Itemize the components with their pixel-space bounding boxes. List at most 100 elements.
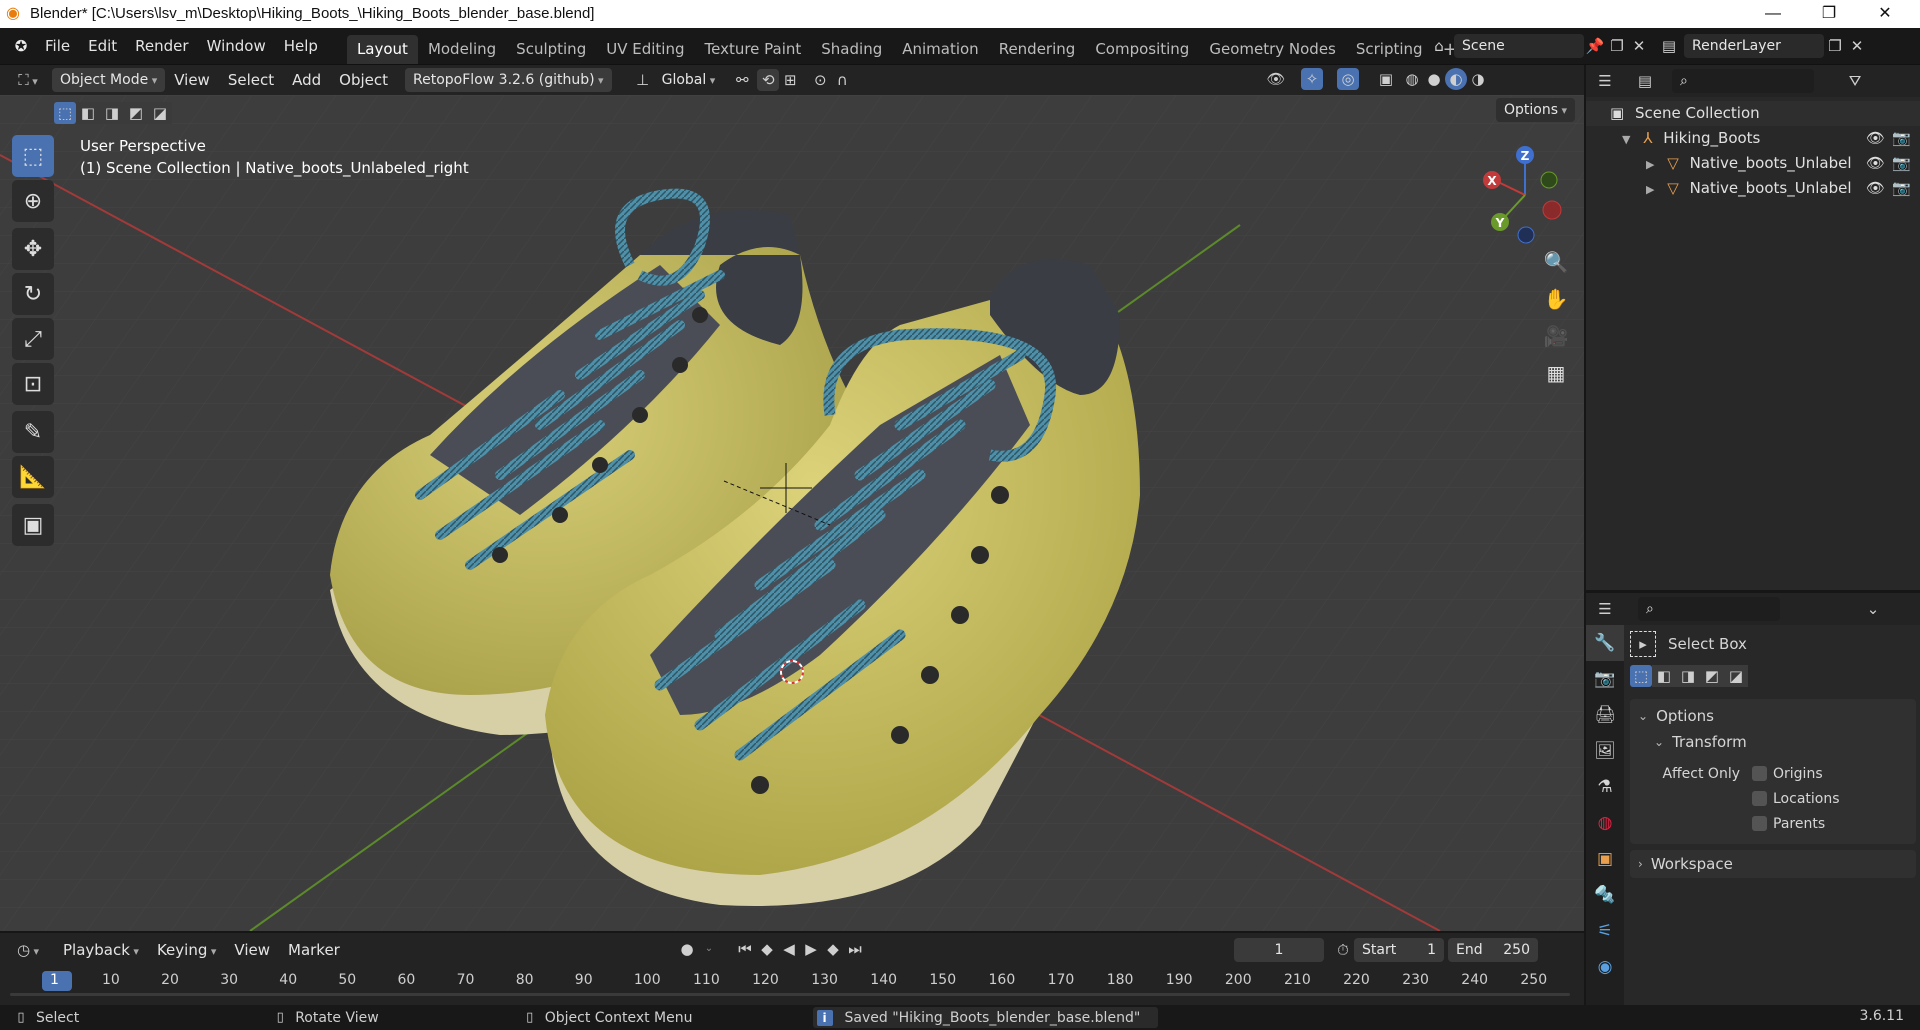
outliner-search-input[interactable]: ⌕	[1672, 69, 1814, 93]
tab-animation[interactable]: Animation	[892, 35, 988, 64]
menu-keying[interactable]: Keying	[148, 936, 225, 964]
menu-playback[interactable]: Playback	[54, 936, 148, 964]
chevron-down-icon[interactable]: ⌄	[1862, 598, 1884, 620]
outliner-item-scene-collection[interactable]: ▣ Scene Collection	[1586, 101, 1920, 126]
parents-checkbox[interactable]	[1752, 816, 1767, 831]
navigation-gizmo[interactable]: Z X Y	[1470, 140, 1580, 250]
outliner-editor-icon[interactable]: ☰	[1594, 70, 1616, 92]
select-new-icon[interactable]: ⬚	[1630, 665, 1652, 687]
menu-file[interactable]: File	[36, 32, 79, 60]
add-cube-tool[interactable]: ▣	[12, 504, 54, 546]
3d-viewport[interactable]: User Perspective (1) Scene Collection | …	[0, 95, 1584, 931]
select-invert-icon[interactable]: ◩	[1700, 665, 1724, 687]
menu-view[interactable]: View	[165, 66, 219, 94]
delete-scene-icon[interactable]: ✕	[1628, 35, 1650, 57]
menu-edit[interactable]: Edit	[79, 32, 126, 60]
start-frame-field[interactable]: Start 1	[1354, 938, 1444, 962]
solid-shading-icon[interactable]: ●	[1423, 68, 1445, 90]
material-shading-icon[interactable]: ◐	[1445, 68, 1467, 90]
tab-texture-paint[interactable]: Texture Paint	[694, 35, 811, 64]
cursor-tool[interactable]: ⊕	[12, 180, 54, 222]
rendered-shading-icon[interactable]: ◑	[1467, 68, 1489, 90]
new-view-layer-icon[interactable]: ❐	[1824, 35, 1846, 57]
editor-type-icon[interactable]: ⛶	[10, 69, 46, 91]
menu-window[interactable]: Window	[198, 32, 275, 60]
scene-icon[interactable]: ⌂	[1428, 35, 1450, 57]
tab-modeling[interactable]: Modeling	[418, 35, 506, 64]
delete-view-layer-icon[interactable]: ✕	[1846, 35, 1868, 57]
outliner-item-native-boots-2[interactable]: ▶ ▽ Native_boots_Unlabel 👁 📷	[1586, 176, 1920, 201]
timeline-editor-icon[interactable]: ◷	[10, 939, 46, 961]
jump-start-icon[interactable]: ⏮	[734, 938, 756, 960]
visibility-eye-icon[interactable]: 👁	[1866, 126, 1885, 151]
modifier-tab-icon[interactable]: 🔩	[1586, 877, 1624, 913]
snap-icon[interactable]: ⟲	[757, 69, 780, 91]
visibility-icon[interactable]: 👁	[1265, 68, 1287, 90]
options-section-header[interactable]: ⌄ Options	[1630, 703, 1916, 729]
select-invert-icon[interactable]: ◩	[124, 102, 148, 124]
outliner-item-hiking-boots[interactable]: ▼ ⅄ Hiking_Boots 👁 📷	[1586, 126, 1920, 151]
scale-tool[interactable]: ⤢	[12, 318, 54, 360]
select-intersect-icon[interactable]: ◪	[1724, 665, 1748, 687]
end-frame-field[interactable]: End 250	[1448, 938, 1538, 962]
tab-scripting[interactable]: Scripting	[1346, 35, 1433, 64]
outliner-item-native-boots-1[interactable]: ▶ ▽ Native_boots_Unlabel 👁 📷	[1586, 151, 1920, 176]
expand-toggle-icon[interactable]: ▼	[1622, 133, 1630, 146]
record-icon[interactable]: ●	[676, 938, 698, 960]
maximize-button[interactable]: ❐	[1806, 0, 1852, 28]
tab-sculpting[interactable]: Sculpting	[506, 35, 596, 64]
select-subtract-icon[interactable]: ◨	[100, 102, 124, 124]
visibility-eye-icon[interactable]: 👁	[1866, 176, 1885, 201]
next-keyframe-icon[interactable]: ◆	[822, 938, 844, 960]
play-icon[interactable]: ▶	[800, 938, 822, 960]
select-extend-icon[interactable]: ◧	[76, 102, 100, 124]
tab-uv-editing[interactable]: UV Editing	[596, 35, 694, 64]
select-box-tool[interactable]: ⬚	[12, 135, 54, 177]
new-scene-icon[interactable]: ❐	[1606, 35, 1628, 57]
expand-toggle-icon[interactable]: ▶	[1646, 158, 1654, 171]
menu-object[interactable]: Object	[330, 66, 397, 94]
mode-dropdown[interactable]: Object Mode	[52, 68, 166, 92]
select-extend-icon[interactable]: ◧	[1652, 665, 1676, 687]
workspace-section-header[interactable]: › Workspace	[1630, 850, 1916, 878]
tool-tab-icon[interactable]: 🔧	[1586, 625, 1624, 661]
annotate-tool[interactable]: ✎	[12, 411, 54, 453]
output-tab-icon[interactable]: 🖨	[1586, 697, 1624, 733]
transform-tool[interactable]: ⊡	[12, 363, 54, 405]
tab-rendering[interactable]: Rendering	[989, 35, 1086, 64]
scene-tab-icon[interactable]: ⚗	[1586, 769, 1624, 805]
render-tab-icon[interactable]: 📷	[1586, 661, 1624, 697]
snap-target-icon[interactable]: ⊞	[779, 69, 801, 91]
world-tab-icon[interactable]: ◍	[1586, 805, 1624, 841]
blender-menu-icon[interactable]: ✪	[10, 35, 32, 57]
close-button[interactable]: ✕	[1862, 0, 1908, 28]
menu-help[interactable]: Help	[275, 32, 327, 60]
render-camera-icon[interactable]: 📷	[1892, 151, 1911, 176]
orientation-dropdown[interactable]: Global	[654, 68, 724, 92]
pan-hand-icon[interactable]: ✋	[1539, 282, 1573, 316]
render-camera-icon[interactable]: 📷	[1892, 126, 1911, 151]
ortho-toggle-icon[interactable]: ▦	[1539, 356, 1573, 390]
visibility-eye-icon[interactable]: 👁	[1866, 151, 1885, 176]
properties-editor-icon[interactable]: ☰	[1594, 598, 1616, 620]
select-intersect-icon[interactable]: ◪	[148, 102, 172, 124]
properties-search-input[interactable]: ⌕	[1638, 597, 1780, 621]
select-subtract-icon[interactable]: ◨	[1676, 665, 1700, 687]
expand-toggle-icon[interactable]: ▶	[1646, 183, 1654, 196]
zoom-icon[interactable]: 🔍	[1539, 245, 1573, 279]
transform-subpanel-header[interactable]: ⌄ Transform	[1630, 729, 1916, 755]
rotate-tool[interactable]: ↻	[12, 273, 54, 315]
retopoflow-dropdown[interactable]: RetopoFlow 3.2.6 (github)	[405, 68, 612, 92]
scene-name-field[interactable]: Scene	[1454, 34, 1584, 58]
render-camera-icon[interactable]: 📷	[1892, 176, 1911, 201]
stopwatch-icon[interactable]: ⏱	[1332, 939, 1354, 961]
tab-shading[interactable]: Shading	[811, 35, 892, 64]
wireframe-shading-icon[interactable]: ◍	[1401, 68, 1423, 90]
chevron-down-icon[interactable]: ⌄	[698, 938, 720, 960]
measure-tool[interactable]: 📐	[12, 456, 54, 498]
particles-tab-icon[interactable]: ⚟	[1586, 913, 1624, 949]
jump-end-icon[interactable]: ⏭	[844, 938, 866, 960]
pin-scene-icon[interactable]: 📌	[1584, 35, 1606, 57]
play-reverse-icon[interactable]: ◀	[778, 938, 800, 960]
menu-marker[interactable]: Marker	[279, 936, 349, 964]
